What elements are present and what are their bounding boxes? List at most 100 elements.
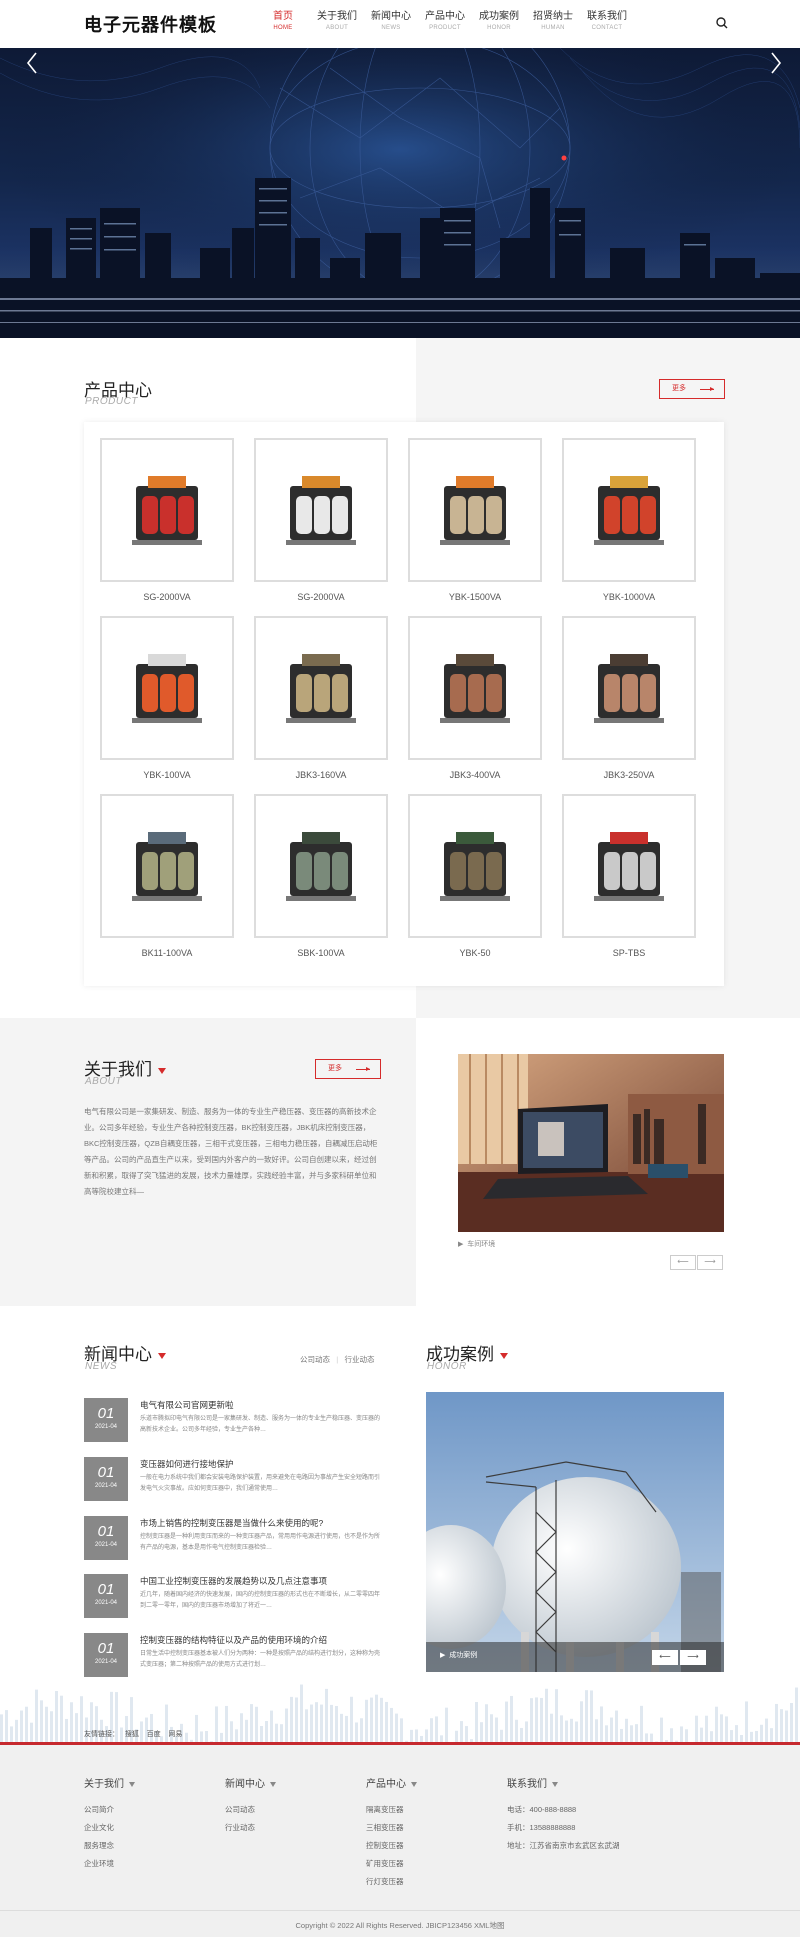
wave-bar <box>385 1701 388 1744</box>
product-card[interactable]: JBK3-160VA <box>254 616 388 780</box>
caret-down-icon <box>158 1352 166 1359</box>
product-card[interactable]: JBK3-250VA <box>562 616 696 780</box>
product-image[interactable] <box>100 794 234 938</box>
tab-company-news[interactable]: 公司动态 <box>300 1355 330 1364</box>
wave-bar <box>375 1694 378 1744</box>
product-image[interactable] <box>254 438 388 582</box>
products-title-en: PRODUCT <box>85 396 138 407</box>
footer-link[interactable]: 隔离变压器 <box>366 1804 417 1815</box>
product-name[interactable]: BK11-100VA <box>100 948 234 958</box>
news-title[interactable]: 市场上销售的控制变压器是当做什么来使用的呢? <box>140 1517 323 1529</box>
wave-bar <box>230 1721 233 1744</box>
nav-home[interactable]: 首页 HOME <box>256 12 310 32</box>
wave-bar <box>75 1713 78 1744</box>
news-title[interactable]: 控制变压器的结构特征以及产品的使用环境的介绍 <box>140 1634 327 1646</box>
product-card[interactable]: SBK-100VA <box>254 794 388 958</box>
banner-prev-arrow-icon[interactable] <box>22 48 42 78</box>
product-card[interactable]: SG-2000VA <box>254 438 388 602</box>
wave-bar <box>25 1706 28 1744</box>
case-next-button[interactable]: ⟶ <box>680 1650 706 1665</box>
friend-link-sohu[interactable]: 搜狐 <box>125 1731 139 1738</box>
product-name[interactable]: JBK3-250VA <box>562 770 696 780</box>
friend-link-netease[interactable]: 网易 <box>168 1731 182 1738</box>
wave-bar <box>45 1706 48 1744</box>
product-name[interactable]: YBK-100VA <box>100 770 234 780</box>
nav-product[interactable]: 产品中心 PRODUCT <box>418 12 472 32</box>
wave-bar <box>345 1715 348 1744</box>
product-image[interactable] <box>562 616 696 760</box>
news-summary: 近几年，随着国内经济的快速发展，国内的控制变压器的形式也在不断增长，从二零零四年… <box>140 1592 381 1609</box>
news-item[interactable]: 01 2021-04 市场上销售的控制变压器是当做什么来使用的呢? 控制变压器是一种利… <box>84 1516 384 1562</box>
news-item[interactable]: 01 2021-04 变压器如何进行接地保护 一般在电力系统中我们都会安装电路保护装置… <box>84 1457 384 1503</box>
product-name[interactable]: SBK-100VA <box>254 948 388 958</box>
product-image[interactable] <box>100 438 234 582</box>
footer-link[interactable]: 企业文化 <box>84 1822 135 1833</box>
about-next-button[interactable]: ⟶ <box>697 1255 723 1270</box>
product-card[interactable]: YBK-1500VA <box>408 438 542 602</box>
case-prev-button[interactable]: ⟵ <box>652 1650 678 1665</box>
wave-bar <box>600 1706 603 1744</box>
nav-human[interactable]: 招贤纳士 HUMAN <box>526 12 580 32</box>
news-summary: 乐道市腾拟印电气有限公司是一家集研发、制造、服务为一体的专业生产稳压器、变压器的… <box>140 1416 381 1433</box>
nav-news[interactable]: 新闻中心 NEWS <box>364 12 418 32</box>
product-card[interactable]: YBK-50 <box>408 794 542 958</box>
product-card[interactable]: BK11-100VA <box>100 794 234 958</box>
product-card[interactable]: YBK-1000VA <box>562 438 696 602</box>
product-image[interactable] <box>562 794 696 938</box>
news-title[interactable]: 变压器如何进行接地保护 <box>140 1458 234 1470</box>
footer-link[interactable]: 服务理念 <box>84 1840 135 1851</box>
product-card[interactable]: SG-2000VA <box>100 438 234 602</box>
search-icon[interactable] <box>716 17 728 29</box>
news-date-badge: 01 2021-04 <box>84 1574 128 1618</box>
product-image[interactable] <box>562 438 696 582</box>
nav-about[interactable]: 关于我们 ABOUT <box>310 12 364 32</box>
product-image[interactable] <box>408 616 542 760</box>
footer-link[interactable]: 企业环境 <box>84 1858 135 1869</box>
footer-link[interactable]: 控制变压器 <box>366 1840 417 1851</box>
wave-bar <box>660 1717 663 1744</box>
case-photo[interactable] <box>426 1392 724 1672</box>
about-more-button[interactable]: 更多 <box>315 1059 381 1079</box>
news-title[interactable]: 中国工业控制变压器的发展趋势以及几点注意事项 <box>140 1575 327 1587</box>
footer-link[interactable]: 行灯变压器 <box>366 1876 417 1887</box>
product-name[interactable]: SG-2000VA <box>254 592 388 602</box>
product-name[interactable]: JBK3-400VA <box>408 770 542 780</box>
footer-link[interactable]: 矿用变压器 <box>366 1858 417 1869</box>
wave-bar <box>240 1713 243 1744</box>
news-item[interactable]: 01 2021-04 控制变压器的结构特征以及产品的使用环境的介绍 日常生活中控制变压… <box>84 1633 384 1679</box>
footer-link[interactable]: 三相变压器 <box>366 1822 417 1833</box>
footer-link[interactable]: 行业动态 <box>225 1822 276 1833</box>
news-date-badge: 01 2021-04 <box>84 1516 128 1560</box>
friend-link-baidu[interactable]: 百度 <box>147 1731 161 1738</box>
product-name[interactable]: JBK3-160VA <box>254 770 388 780</box>
product-name[interactable]: YBK-1000VA <box>562 592 696 602</box>
tab-industry-news[interactable]: 行业动态 <box>344 1355 374 1364</box>
product-image[interactable] <box>254 616 388 760</box>
footer-link[interactable]: 公司动态 <box>225 1804 276 1815</box>
news-item[interactable]: 01 2021-04 电气有限公司官网更新啦 乐道市腾拟印电气有限公司是一家集研发、制… <box>84 1398 384 1444</box>
product-name[interactable]: YBK-1500VA <box>408 592 542 602</box>
wave-bar <box>380 1697 383 1744</box>
news-item[interactable]: 01 2021-04 中国工业控制变压器的发展趋势以及几点注意事项近几年，随着国内经… <box>84 1574 384 1620</box>
product-name[interactable]: SP-TBS <box>562 948 696 958</box>
workshop-photo[interactable] <box>458 1054 724 1232</box>
about-description: 电气有限公司是一家集研发、制造、服务为一体的专业生产稳压器、变压器的高新技术企业… <box>84 1107 378 1196</box>
product-card[interactable]: YBK-100VA <box>100 616 234 780</box>
product-image[interactable] <box>408 438 542 582</box>
news-title[interactable]: 电气有限公司官网更新啦 <box>140 1399 234 1411</box>
wave-bar <box>330 1704 333 1744</box>
product-image[interactable] <box>100 616 234 760</box>
products-more-button[interactable]: 更多 <box>659 379 725 399</box>
site-logo[interactable]: 电子元器件模板 <box>84 11 217 37</box>
banner-next-arrow-icon[interactable] <box>766 48 786 78</box>
product-name[interactable]: YBK-50 <box>408 948 542 958</box>
nav-contact[interactable]: 联系我们 CONTACT <box>580 12 634 32</box>
about-prev-button[interactable]: ⟵ <box>670 1255 696 1270</box>
product-name[interactable]: SG-2000VA <box>100 592 234 602</box>
footer-link[interactable]: 公司简介 <box>84 1804 135 1815</box>
nav-honor[interactable]: 成功案例 HONOR <box>472 12 526 32</box>
product-image[interactable] <box>408 794 542 938</box>
product-image[interactable] <box>254 794 388 938</box>
product-card[interactable]: JBK3-400VA <box>408 616 542 780</box>
product-card[interactable]: SP-TBS <box>562 794 696 958</box>
